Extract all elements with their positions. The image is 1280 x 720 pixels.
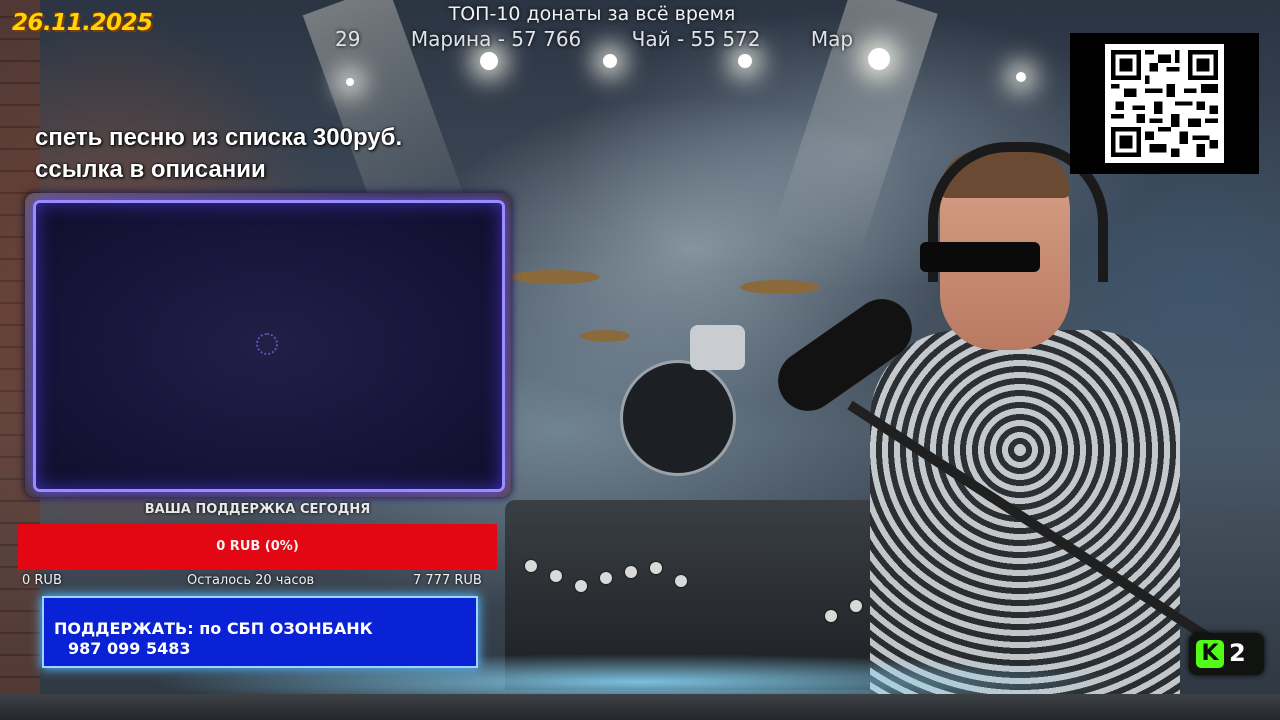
viewer-count: 2 <box>1229 639 1246 667</box>
cymbal <box>510 270 600 284</box>
mixer-knob <box>675 575 687 587</box>
mixer-knob <box>575 580 587 592</box>
kick-logo-letter: K <box>1201 641 1219 666</box>
donation-goal-value: 0 RUB (0%) <box>216 539 299 554</box>
ticker-item: Мар <box>810 27 854 51</box>
cymbal <box>740 280 820 294</box>
stage-spotlight <box>603 54 617 68</box>
top-donations-title: ТОП-10 донаты за всё время <box>448 3 736 25</box>
support-text: ПОДДЕРЖАТЬ: по СБП ОЗОНБАНК <box>54 619 373 638</box>
donation-goal-max: 7 777 RUB <box>413 573 482 588</box>
stage-spotlight <box>346 78 354 86</box>
ticker-item: Марина - 57 766 <box>410 27 582 51</box>
top-donations-ticker: 29 Марина - 57 766 Чай - 55 572 Мар <box>335 27 855 55</box>
kick-logo-icon: K <box>1196 640 1224 668</box>
bottom-edge-bar <box>0 694 1280 720</box>
qr-code-panel <box>1070 33 1259 174</box>
promo-line: спеть песню из списка 300руб. <box>35 124 403 151</box>
stage-spotlight <box>738 54 752 68</box>
stage-spotlight <box>1016 72 1026 82</box>
song-request-promo: спеть песню из списка 300руб. ссылка в о… <box>35 122 402 186</box>
cymbal <box>580 330 630 342</box>
mixer-knob <box>600 572 612 584</box>
promo-line: ссылка в описании <box>35 156 266 183</box>
mixer-knob <box>525 560 537 572</box>
donation-goal-min: 0 RUB <box>22 573 62 588</box>
mixer-knob <box>650 562 662 574</box>
mixer-knob <box>850 600 862 612</box>
qr-code <box>1105 44 1224 163</box>
qr-code-icon <box>1111 50 1218 157</box>
stage-spotlight <box>868 48 890 70</box>
sunglasses <box>920 242 1040 272</box>
streamer <box>870 142 1190 710</box>
support-phone: 987 099 5483 <box>68 639 191 658</box>
kick-viewer-counter: K 2 <box>1189 633 1264 675</box>
mixer-knob <box>825 610 837 622</box>
mixer-knob <box>625 566 637 578</box>
donation-goal-title: ВАША ПОДДЕРЖКА СЕГОДНЯ <box>144 502 371 517</box>
mixer-knob <box>550 570 562 582</box>
ticker-item: 29 <box>335 27 361 51</box>
support-banner: ПОДДЕРЖАТЬ: по СБП ОЗОНБАНК 987 099 5483 <box>44 598 476 666</box>
bass-drum <box>620 360 736 476</box>
loading-spinner-icon <box>256 333 278 355</box>
tom-drum <box>690 325 745 370</box>
donation-goal-bar: 0 RUB (0%) <box>18 524 497 570</box>
donation-goal-time-left: Осталось 20 часов <box>187 573 315 588</box>
ticker-item: Чай - 55 572 <box>631 27 761 51</box>
